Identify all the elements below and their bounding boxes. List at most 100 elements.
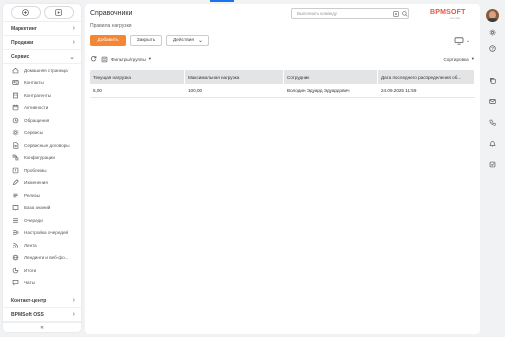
search-button[interactable] [401,10,409,18]
sidebar-item-label: Обращения [24,117,50,123]
sidebar-item[interactable]: Изменения [3,177,81,190]
add-button[interactable]: Добавить [90,35,126,46]
collapse-icon: « [40,324,44,331]
section-marketing[interactable]: Маркетинг › [3,22,81,36]
refresh-button[interactable] [90,55,97,63]
sidebar-item[interactable]: Лендинги и веб-фо... [3,252,81,265]
chevron-right-icon: › [72,25,75,32]
table-row[interactable]: 5,00 100,00 Володин Эдуард Эдуардович 24.09… [90,84,475,98]
building-icon [12,92,19,99]
sidebar-item-label: База знаний [24,205,51,211]
sidebar-item[interactable]: Итоги [3,264,81,277]
sidebar-item[interactable]: Домашняя страница [3,64,81,77]
add-tile-button[interactable] [10,6,41,19]
sidebar-item-label: Настройка очередей [24,230,69,236]
sidebar-item-label: Чаты [24,280,35,286]
logo-subtitle: low-code [450,17,461,20]
document-icon [12,142,19,149]
right-tools [482,74,502,170]
play-icon [393,11,399,17]
help-button[interactable] [482,42,502,54]
sidebar-item[interactable]: Контрагенты [3,89,81,102]
pencil-icon [12,179,19,186]
gear-icon [489,29,495,35]
sidebar-item[interactable]: Чаты [3,277,81,290]
section-bpmsoft-oss[interactable]: BPMSoft OSS › [3,308,81,322]
top-progress-accent [210,0,234,2]
collapse-sidebar-button[interactable]: « [3,322,81,332]
run-command-button[interactable] [392,10,400,18]
table-cell: 5,00 [93,88,102,93]
sidebar-item[interactable]: Очереди [3,214,81,227]
plus-circle-icon [22,9,29,16]
notifications-button[interactable] [482,137,502,149]
sidebar-item-label: Релизы [24,192,40,198]
chevron-down-icon: ⌄ [198,38,204,44]
copy-icon [489,77,496,84]
section-sales[interactable]: Продажи › [3,36,81,50]
sidebar-item[interactable]: Контакты [3,77,81,90]
run-process-button[interactable] [43,6,74,19]
refresh-icon [90,56,97,62]
sidebar-item-label: Контрагенты [24,92,52,98]
sidebar-item-label: Сервисные договоры [24,142,70,148]
book-icon [12,204,19,211]
page-title: Справочники [90,10,133,17]
tasks-button[interactable] [482,158,502,170]
section-bpmsoft-oss-label: BPMSoft OSS [11,311,44,318]
sidebar-item[interactable]: Обращения [3,114,81,127]
sidebar-item-label: Активности [24,105,49,111]
appeal-icon [12,117,19,124]
section-sales-label: Продажи [11,39,34,46]
chevron-down-icon: ▾ [471,56,474,61]
actions-label: Действия [173,38,195,43]
section-service[interactable]: Сервис ⌄ [3,50,81,64]
page-subtitle: Правила нагрузки [90,23,132,29]
column-header[interactable]: Максимальная нагрузка [185,70,284,84]
landing-icon [12,254,19,261]
checkbox-icon [489,161,495,167]
close-button[interactable]: Закрыть [130,35,162,46]
column-header[interactable]: Дата последнего распределения об... [378,70,475,84]
sidebar-item[interactable]: Лента [3,239,81,252]
sort-dropdown[interactable]: Сортировка ▾ [443,56,474,62]
sidebar-item[interactable]: Сервисы [3,127,81,140]
sidebar-item-label: Итоги [24,267,37,273]
release-icon [12,192,19,199]
actions-dropdown[interactable]: Действия ⌄ [166,35,209,46]
settings-button[interactable] [482,26,502,38]
view-toggle[interactable]: ⌄ [454,37,470,45]
sidebar-item-label: Конфигурации [24,155,55,161]
sidebar-item[interactable]: Сервисные договоры [3,139,81,152]
section-contact-center[interactable]: Контакт-центр › [3,294,81,308]
display-icon [454,37,464,45]
copy-button[interactable] [482,74,502,86]
sidebar-item[interactable]: База знаний [3,202,81,215]
sidebar-item-label: Очереди [24,217,43,223]
sidebar-item[interactable]: Проблемы [3,164,81,177]
bpmsoft-logo: BPMSOFT [430,9,466,16]
sidebar-item-label: Изменения [24,180,48,186]
email-button[interactable] [482,95,502,107]
help-icon [488,44,496,52]
phone-button[interactable] [482,116,502,128]
column-header[interactable]: Текущая нагрузка [90,70,185,84]
data-grid: Текущая нагрузка Максимальная нагрузка Сот… [90,70,475,98]
configuration-icon [12,154,19,161]
avatar[interactable] [485,9,499,22]
filters-groups-dropdown[interactable]: Фильтры/группы ▾ [101,56,151,63]
sidebar-item[interactable]: Конфигурации [3,152,81,165]
column-header[interactable]: Сотрудник [284,70,378,84]
section-marketing-label: Маркетинг [11,25,37,32]
sidebar-item[interactable]: Активности [3,102,81,115]
sidebar-item[interactable]: Релизы [3,189,81,202]
phone-icon [489,119,496,126]
chevron-down-icon: ▾ [148,56,152,61]
chevron-down-icon: ⌄ [466,38,471,44]
sidebar-item[interactable]: Настройка очередей [3,227,81,240]
main-panel: Справочники Правила нагрузки Выполнить к… [85,4,480,334]
sidebar-top-actions [3,4,81,22]
command-input[interactable]: Выполнить команду [291,8,409,19]
chevron-right-icon: › [72,39,75,46]
sidebar-item-label: Лента [24,242,37,248]
